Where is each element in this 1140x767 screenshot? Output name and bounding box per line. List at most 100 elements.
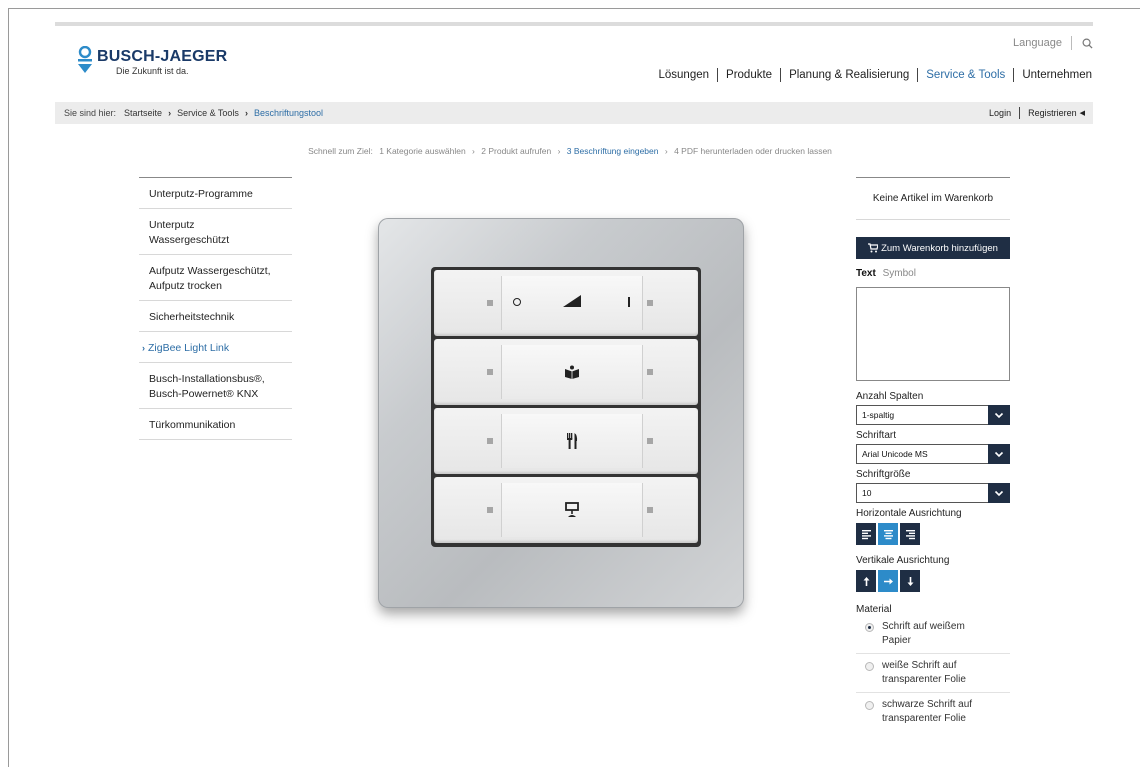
radio-button[interactable] <box>865 662 874 671</box>
label-text-input[interactable] <box>856 287 1010 381</box>
font-select[interactable]: Arial Unicode MS <box>856 444 1010 464</box>
switch-rocker-1[interactable] <box>434 270 698 336</box>
switch-rocker-3[interactable] <box>434 408 698 474</box>
align-center-button[interactable] <box>878 523 898 545</box>
category-label: Türkommunikation <box>149 419 236 431</box>
labeling-panel: Keine Artikel im Warenkorb Zum Warenkorb… <box>856 177 1010 731</box>
arrow-up-icon <box>863 576 869 586</box>
radio-button[interactable] <box>865 701 874 710</box>
material-option-label: Schrift auf weißem Papier <box>882 621 965 646</box>
label-field[interactable] <box>501 483 643 537</box>
align-right-icon <box>905 529 915 539</box>
main-navigation: Lösungen Produkte Planung & Realisierung… <box>659 68 1092 82</box>
align-left-button[interactable] <box>856 523 876 545</box>
switch-preview <box>378 218 744 608</box>
breadcrumb-item-startseite[interactable]: Startseite <box>124 108 162 118</box>
material-option-black-transparent[interactable]: schwarze Schrift auf transparenter Folie <box>856 693 1010 731</box>
category-label: Aufputz Wassergeschützt, Aufputz trocken <box>149 265 271 292</box>
tab-symbol[interactable]: Symbol <box>883 268 916 279</box>
material-option-white-paper[interactable]: Schrift auf weißem Papier <box>856 615 1010 654</box>
step-1[interactable]: 1 Kategorie auswählen <box>379 146 465 156</box>
cart-icon <box>868 243 879 253</box>
category-item[interactable]: Sicherheitstechnik <box>139 301 292 332</box>
step-3[interactable]: 3 Beschriftung eingeben <box>567 146 659 156</box>
chevron-right-icon: › <box>664 146 668 156</box>
led-indicator <box>487 438 493 444</box>
radio-button-checked[interactable] <box>865 623 874 632</box>
on-bar-icon <box>628 297 630 307</box>
breadcrumb-item-service-tools[interactable]: Service & Tools <box>177 108 239 118</box>
brand-claim: Die Zukunft ist da. <box>116 66 189 76</box>
material-option-white-transparent[interactable]: weiße Schrift auf transparenter Folie <box>856 654 1010 693</box>
material-option-label: schwarze Schrift auf transparenter Folie <box>882 699 973 724</box>
window-frame-left <box>8 8 9 767</box>
align-middle-button[interactable] <box>878 570 898 592</box>
arrow-right-icon <box>883 578 893 584</box>
divider <box>917 68 919 82</box>
category-item[interactable]: Türkommunikation <box>139 409 292 440</box>
tab-text[interactable]: Text <box>856 268 876 279</box>
nav-item-planung[interactable]: Planung & Realisierung <box>789 69 909 81</box>
columns-label: Anzahl Spalten <box>856 391 924 402</box>
chevron-down-icon[interactable] <box>988 405 1010 425</box>
category-item[interactable]: Unterputz Wassergeschützt <box>139 209 292 255</box>
divider <box>717 68 719 82</box>
material-option-label: weiße Schrift auf transparenter Folie <box>882 660 966 685</box>
label-field[interactable] <box>501 276 643 330</box>
language-search-bar: Language <box>1013 36 1093 50</box>
step-2[interactable]: 2 Produkt aufrufen <box>481 146 551 156</box>
nav-item-service-tools[interactable]: Service & Tools <box>926 69 1005 81</box>
align-center-icon <box>883 529 893 539</box>
add-to-cart-label: Zum Warenkorb hinzufügen <box>881 242 998 254</box>
align-bottom-button[interactable] <box>900 570 920 592</box>
category-item[interactable]: Unterputz-Programme <box>139 178 292 209</box>
breadcrumb-item-beschriftungstool[interactable]: Beschriftungstool <box>254 108 323 118</box>
category-item-active[interactable]: › ZigBee Light Link <box>139 332 292 363</box>
language-link[interactable]: Language <box>1013 37 1062 49</box>
led-indicator <box>647 369 653 375</box>
vertical-align-label: Vertikale Ausrichtung <box>856 555 950 566</box>
align-top-button[interactable] <box>856 570 876 592</box>
material-options: Schrift auf weißem Papier weiße Schrift … <box>856 615 1010 731</box>
search-icon[interactable] <box>1082 38 1093 49</box>
divider <box>1071 36 1072 50</box>
login-link[interactable]: Login <box>989 108 1011 118</box>
step-4[interactable]: 4 PDF herunterladen oder drucken lassen <box>674 146 832 156</box>
nav-item-produkte[interactable]: Produkte <box>726 69 772 81</box>
columns-select[interactable]: 1-spaltig <box>856 405 1010 425</box>
category-label: ZigBee Light Link <box>148 342 230 354</box>
cutlery-icon <box>567 433 578 449</box>
category-item[interactable]: Aufputz Wassergeschützt, Aufputz trocken <box>139 255 292 301</box>
align-left-icon <box>861 529 871 539</box>
register-link[interactable]: Registrieren <box>1028 108 1077 118</box>
chevron-right-icon: › <box>244 108 248 118</box>
horizontal-align-buttons <box>856 523 1010 545</box>
chevron-right-icon: › <box>557 146 561 156</box>
breadcrumb-prefix: Sie sind hier: <box>64 108 117 118</box>
busch-jaeger-logo-icon <box>78 46 92 73</box>
chevron-right-icon: › <box>472 146 475 156</box>
category-label: Busch-Installationsbus®, Busch-Powernet®… <box>149 373 265 400</box>
steps-prefix: Schnell zum Ziel: <box>308 146 373 156</box>
nav-item-loesungen[interactable]: Lösungen <box>659 69 710 81</box>
chevron-down-icon[interactable] <box>988 483 1010 503</box>
font-value: Arial Unicode MS <box>862 449 928 459</box>
chevron-down-icon[interactable] <box>988 444 1010 464</box>
nav-item-unternehmen[interactable]: Unternehmen <box>1022 69 1092 81</box>
category-item[interactable]: Busch-Installationsbus®, Busch-Powernet®… <box>139 363 292 409</box>
switch-rocker-2[interactable] <box>434 339 698 405</box>
divider <box>1013 68 1015 82</box>
label-field[interactable] <box>501 414 643 468</box>
align-right-button[interactable] <box>900 523 920 545</box>
divider <box>1019 107 1021 119</box>
chevron-right-icon: › <box>168 108 172 118</box>
font-size-label: Schriftgröße <box>856 469 911 480</box>
brand-logo[interactable]: BUSCH-JAEGER Die Zukunft ist da. <box>77 44 237 78</box>
progress-steps: Schnell zum Ziel: 1 Kategorie auswählen … <box>0 146 1140 156</box>
switch-rocker-4[interactable] <box>434 477 698 543</box>
font-size-select[interactable]: 10 <box>856 483 1010 503</box>
label-field[interactable] <box>501 345 643 399</box>
led-indicator <box>647 300 653 306</box>
add-to-cart-button[interactable]: Zum Warenkorb hinzufügen <box>856 237 1010 259</box>
vertical-align-buttons <box>856 570 1010 592</box>
